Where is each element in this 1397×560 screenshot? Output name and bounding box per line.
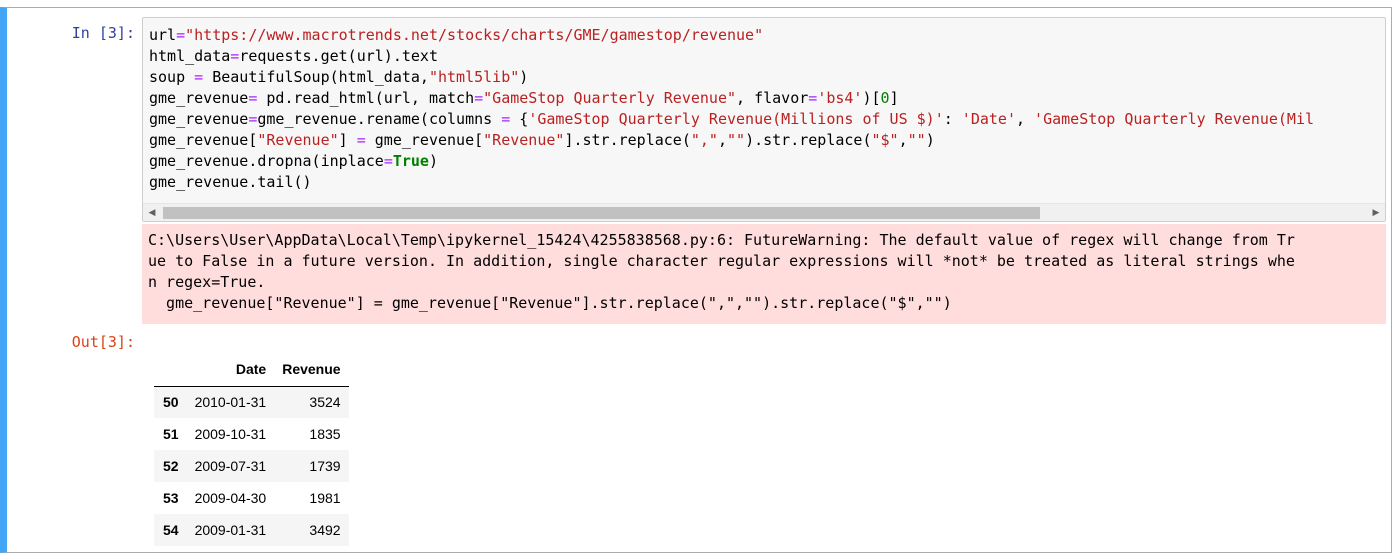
code-token: soup (149, 68, 195, 86)
revenue-cell: 1981 (309, 490, 341, 506)
row-index: 51 (163, 426, 179, 442)
code-line: url="https://www.macrotrends.net/stocks/… (149, 26, 763, 44)
code-token: gme_revenue.dropna(inplace (149, 152, 384, 170)
code-token-str: 'bs4' (817, 89, 863, 107)
table-row: 54 2009-01-31 3492 (154, 514, 349, 546)
code-token: gme_revenue (149, 89, 249, 107)
code-token: , (1015, 110, 1035, 128)
code-token: gme_revenue.rename(columns (257, 110, 502, 128)
code-token: gme_revenue (149, 110, 249, 128)
code-token: : (943, 110, 962, 128)
warning-line: C:\Users\User\AppData\Local\Temp\ipykern… (148, 231, 1295, 249)
revenue-cell: 1739 (309, 458, 341, 474)
warning-line: n regex=True. (148, 273, 266, 291)
code-token: gme_revenue[ (149, 131, 258, 149)
code-token-str: 'GameStop Quarterly Revenue(Millions of … (528, 110, 944, 128)
code-token: { (510, 110, 529, 128)
code-token-str: "GameStop Quarterly Revenue" (483, 89, 737, 107)
code-token: , flavor (736, 89, 809, 107)
code-token-str: "" (727, 131, 746, 149)
code-token-kw: True (392, 152, 429, 170)
code-token-op: = (230, 47, 240, 65)
input-prompt: In [3]: (71, 24, 135, 42)
code-token-str: 'GameStop Quarterly Revenue(Mil (1034, 110, 1315, 128)
table-row: 53 2009-04-30 1981 (154, 482, 349, 514)
warning-line: gme_revenue["Revenue"] = gme_revenue["Re… (148, 294, 952, 312)
scroll-left-arrow-icon[interactable]: ◀ (145, 206, 159, 220)
code-token-str: "https://www.macrotrends.net/stocks/char… (185, 26, 764, 44)
code-token-str: 'Date' (961, 110, 1016, 128)
revenue-cell: 3492 (309, 522, 341, 538)
code-line: gme_revenue.dropna(inplace=True) (149, 152, 438, 170)
row-index: 53 (163, 490, 179, 506)
row-index: 54 (163, 522, 179, 538)
code-token: ) (519, 68, 529, 86)
date-header: Date (186, 353, 275, 387)
code-token: url (149, 26, 177, 44)
code-token-str: "html5lib" (428, 68, 520, 86)
code-token: BeautifulSoup(html_data, (203, 68, 429, 86)
code-token: requests.get(url).text (239, 47, 438, 65)
code-token: html_data (149, 47, 231, 65)
row-index: 50 (163, 394, 179, 411)
table-row: 50 2010-01-31 3524 (154, 386, 349, 418)
index-header (154, 353, 187, 387)
code-token-num: 0 (880, 89, 890, 107)
code-token-op: = (474, 89, 484, 107)
code-line: gme_revenue["Revenue"] = gme_revenue["Re… (149, 131, 935, 149)
code-token-str: "Revenue" (257, 131, 339, 149)
code-token: ].str.replace( (564, 131, 691, 149)
code-token: ] (889, 89, 899, 107)
code-token: , (898, 131, 908, 149)
date-cell: 2009-04-30 (194, 490, 267, 506)
code-token: ] (338, 131, 357, 149)
code-token: , (717, 131, 727, 149)
date-cell: 2009-10-31 (194, 426, 267, 442)
date-cell: 2009-01-31 (194, 522, 267, 538)
notebook-code-cell[interactable]: In [3]: url="https://www.macrotrends.net… (0, 7, 1392, 553)
warning-line: ue to False in a future version. In addi… (148, 252, 1295, 270)
revenue-cell: 1835 (309, 426, 341, 442)
code-token: ) (428, 152, 438, 170)
revenue-header: Revenue (274, 353, 349, 387)
horizontal-scrollbar[interactable]: ◀ ▶ (143, 203, 1385, 221)
code-token-str: "Revenue" (483, 131, 565, 149)
scroll-right-arrow-icon[interactable]: ▶ (1369, 206, 1383, 220)
code-token: gme_revenue.tail() (149, 173, 312, 191)
code-line: gme_revenue= pd.read_html(url, match="Ga… (149, 89, 899, 107)
code-token-op: = (194, 68, 204, 86)
code-token-str: "," (690, 131, 718, 149)
code-token: pd.read_html(url, match (257, 89, 475, 107)
code-token-op: = (356, 131, 366, 149)
code-line: soup = BeautifulSoup(html_data,"html5lib… (149, 68, 528, 86)
code-text[interactable]: url="https://www.macrotrends.net/stocks/… (149, 25, 1314, 193)
code-line: html_data=requests.get(url).text (149, 47, 438, 65)
code-token: )[ (862, 89, 881, 107)
table-row: 52 2009-07-31 1739 (154, 450, 349, 482)
row-index: 52 (163, 458, 179, 474)
code-token-op: = (176, 26, 186, 44)
date-cell: 2009-07-31 (194, 458, 267, 474)
scrollbar-thumb[interactable] (163, 207, 1040, 219)
code-token-op: = (808, 89, 818, 107)
code-token: ) (925, 131, 935, 149)
code-token-str: "" (907, 131, 926, 149)
date-cell: 2010-01-31 (194, 394, 267, 411)
output-prompt: Out[3]: (71, 333, 135, 351)
warning-text: C:\Users\User\AppData\Local\Temp\ipykern… (148, 230, 1380, 314)
code-token-op: = (501, 110, 511, 128)
dataframe-table: Date Revenue 50 2010-01-31 3524 51 2009-… (154, 353, 349, 546)
table-row: 51 2009-10-31 1835 (154, 418, 349, 450)
stderr-output: C:\Users\User\AppData\Local\Temp\ipykern… (142, 224, 1386, 324)
table-header-row: Date Revenue (154, 353, 349, 387)
code-editor[interactable]: url="https://www.macrotrends.net/stocks/… (142, 17, 1386, 222)
code-line: gme_revenue.tail() (149, 173, 312, 191)
code-token: ).str.replace( (745, 131, 872, 149)
code-token-str: "$" (871, 131, 899, 149)
code-token-op: = (383, 152, 393, 170)
code-token: gme_revenue[ (365, 131, 484, 149)
code-line: gme_revenue=gme_revenue.rename(columns =… (149, 110, 1314, 128)
revenue-cell: 3524 (309, 394, 341, 411)
